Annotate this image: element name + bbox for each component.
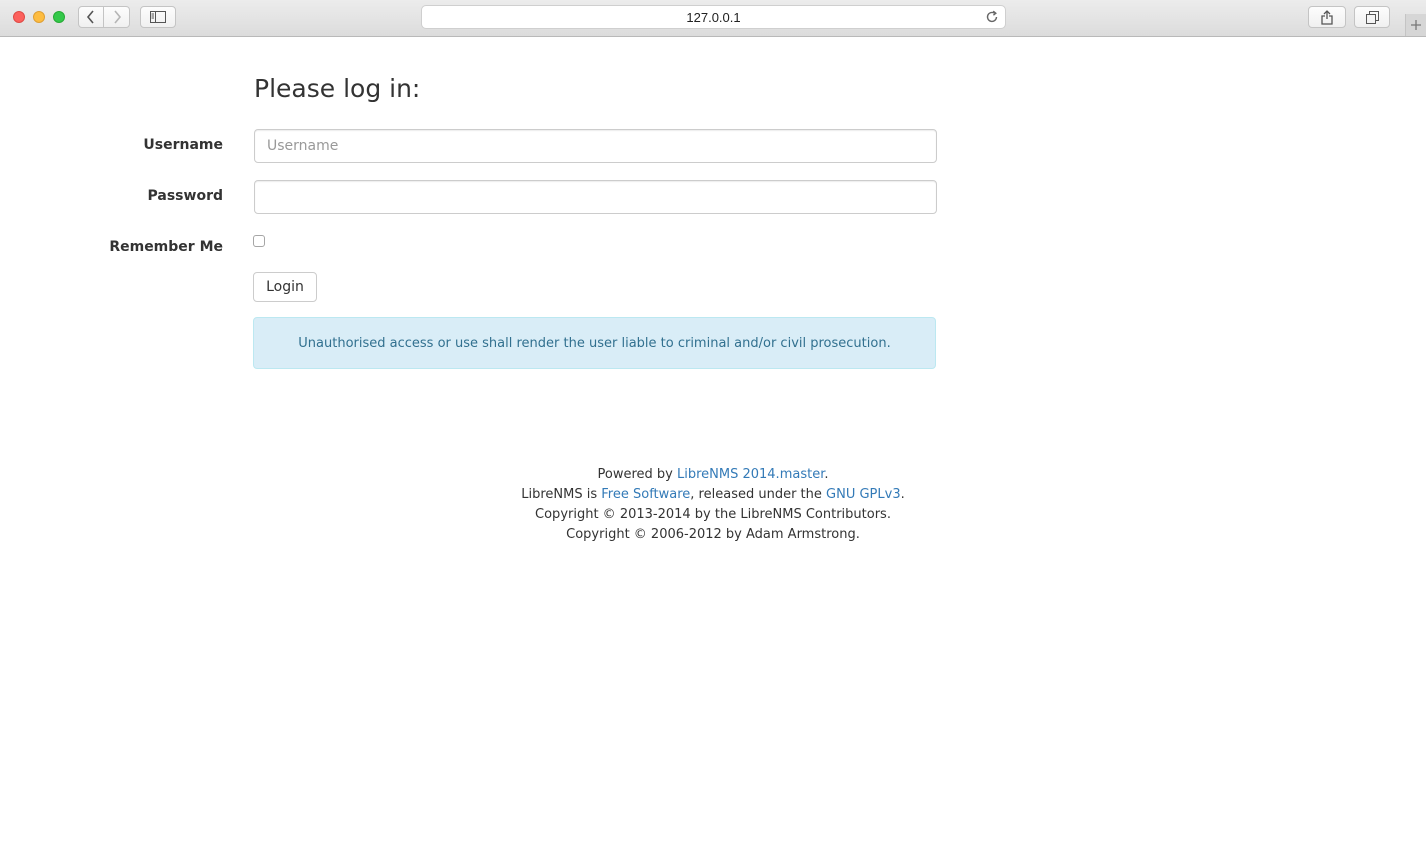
librenms-version-link[interactable]: LibreNMS 2014.master xyxy=(677,467,824,482)
notice-text: Unauthorised access or use shall render … xyxy=(298,335,891,351)
forward-button[interactable] xyxy=(104,6,130,28)
show-tabs-button[interactable] xyxy=(1354,6,1390,28)
sidebar-toggle-button[interactable] xyxy=(140,6,176,28)
password-input[interactable] xyxy=(254,180,937,214)
minimize-window-button[interactable] xyxy=(33,11,45,23)
page-title: Please log in: xyxy=(254,74,421,103)
tabs-overview-icon xyxy=(1365,10,1379,24)
share-icon xyxy=(1321,9,1333,25)
footer-copyright-armstrong: Copyright © 2006-2012 by Adam Armstrong. xyxy=(566,527,860,542)
footer-text: Powered by xyxy=(597,467,677,482)
plus-icon xyxy=(1411,20,1421,30)
address-bar[interactable]: 127.0.0.1 xyxy=(421,5,1006,29)
remember-me-checkbox[interactable] xyxy=(253,235,265,247)
chevron-left-icon xyxy=(86,10,94,24)
close-window-button[interactable] xyxy=(13,11,25,23)
maximize-window-button[interactable] xyxy=(53,11,65,23)
back-button[interactable] xyxy=(78,6,104,28)
login-page: Please log in: Username Password Remembe… xyxy=(0,37,1426,852)
sidebar-icon xyxy=(150,11,166,23)
footer-copyright-librenms: Copyright © 2013-2014 by the LibreNMS Co… xyxy=(535,507,891,522)
reload-icon[interactable] xyxy=(985,10,999,24)
footer-license: LibreNMS is Free Software, released unde… xyxy=(0,485,1426,505)
share-button[interactable] xyxy=(1308,6,1346,28)
browser-toolbar: 127.0.0.1 xyxy=(0,0,1426,37)
remember-me-label: Remember Me xyxy=(109,239,223,255)
footer-text: . xyxy=(900,487,905,502)
password-label: Password xyxy=(147,188,223,204)
footer-text: LibreNMS is xyxy=(521,487,602,502)
footer-text: , released under the xyxy=(690,487,827,502)
footer: Powered by LibreNMS 2014.master. LibreNM… xyxy=(0,465,1426,545)
login-button[interactable]: Login xyxy=(253,272,317,302)
footer-text: . xyxy=(824,467,829,482)
username-label: Username xyxy=(143,137,223,153)
username-input[interactable] xyxy=(254,129,937,163)
chevron-right-icon xyxy=(113,10,121,24)
address-url: 127.0.0.1 xyxy=(686,9,741,25)
free-software-link[interactable]: Free Software xyxy=(601,487,690,502)
gpl-license-link[interactable]: GNU GPLv3 xyxy=(826,487,901,502)
unauthorised-access-notice: Unauthorised access or use shall render … xyxy=(253,317,936,369)
new-tab-button[interactable] xyxy=(1405,14,1426,36)
footer-powered-by: Powered by LibreNMS 2014.master. xyxy=(0,465,1426,485)
